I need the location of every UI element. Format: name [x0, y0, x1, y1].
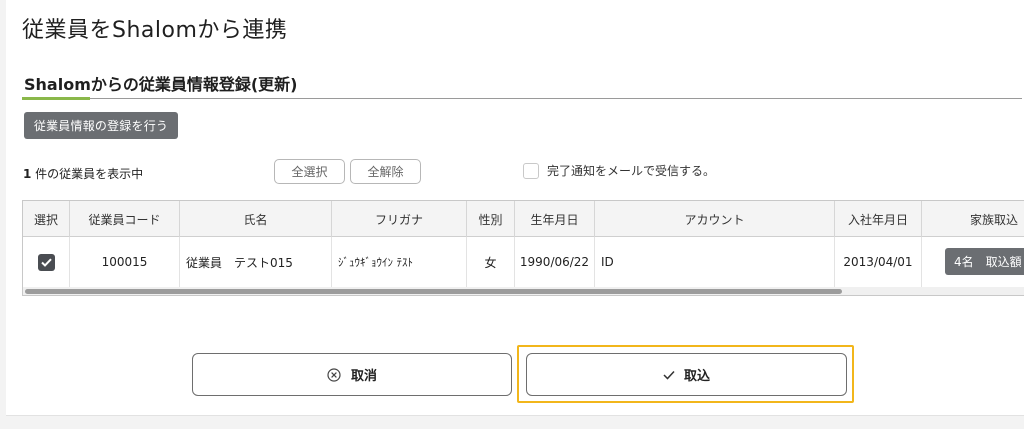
table-header-row: 選択 従業員コード 氏名 フリガナ 性別 生年月日 アカウント 入社年月日 家族… [23, 201, 1024, 237]
column-header-birth: 生年月日 [515, 201, 595, 237]
column-header-code: 従業員コード [70, 201, 180, 237]
employee-count-suffix: 件の従業員を表示中 [31, 167, 144, 181]
import-button-label: 取込 [683, 368, 710, 383]
column-header-joined: 入社年月日 [835, 201, 922, 237]
row-select-cell[interactable] [23, 237, 70, 287]
row-checkbox[interactable] [37, 253, 55, 271]
employee-joined-cell: 2013/04/01 [835, 237, 922, 287]
section-divider [22, 98, 1022, 99]
employee-name-cell: 従業員 テスト015 [180, 237, 332, 287]
cancel-button-label: 取消 [350, 368, 377, 383]
scrollbar-thumb[interactable] [25, 289, 842, 294]
section-title: Shalomからの従業員情報登録(更新) [24, 75, 298, 94]
circle-x-icon [327, 367, 341, 382]
column-header-family: 家族取込 [970, 212, 1019, 227]
cancel-button[interactable]: 取消 [192, 353, 512, 396]
section-accent-bar [22, 97, 90, 100]
check-icon [40, 258, 52, 267]
import-button[interactable]: 取込 [526, 353, 847, 396]
family-import-button[interactable]: 4名 取込額 [945, 248, 1024, 275]
table-horizontal-scrollbar[interactable] [23, 287, 1024, 295]
register-employees-button[interactable]: 従業員情報の登録を行う [24, 112, 178, 139]
column-header-name: 氏名 [180, 201, 332, 237]
employee-account-cell: ID [595, 237, 835, 287]
column-header-gender: 性別 [467, 201, 515, 237]
email-notify-option[interactable]: 完了通知をメールで受信する。 [523, 162, 715, 179]
employee-table: 選択 従業員コード 氏名 フリガナ 性別 生年月日 アカウント 入社年月日 家族… [22, 200, 1024, 296]
employee-gender-cell: 女 [467, 237, 515, 287]
employee-birth-cell: 1990/06/22 [515, 237, 595, 287]
table-row[interactable]: 100015 従業員 テスト015 ｼﾞｭｳｷﾞｮｳｲﾝ ﾃｽﾄ 女 1990/… [23, 237, 1024, 287]
employee-count-text: 1 件の従業員を表示中 [23, 165, 143, 182]
column-header-select: 選択 [23, 201, 70, 237]
check-icon [663, 370, 675, 380]
employee-code-cell: 100015 [70, 237, 180, 287]
email-notify-checkbox[interactable] [523, 162, 539, 179]
column-header-account: アカウント [595, 201, 835, 237]
employee-furigana-cell: ｼﾞｭｳｷﾞｮｳｲﾝ ﾃｽﾄ [332, 237, 467, 287]
email-notify-label: 完了通知をメールで受信する。 [547, 164, 716, 178]
deselect-all-button[interactable]: 全解除 [350, 159, 421, 184]
select-all-button[interactable]: 全選択 [274, 159, 345, 184]
column-header-furigana: フリガナ [332, 201, 467, 237]
main-panel: 従業員をShalomから連携 Shalomからの従業員情報登録(更新) 従業員情… [6, 0, 1024, 416]
page-title: 従業員をShalomから連携 [22, 18, 288, 43]
